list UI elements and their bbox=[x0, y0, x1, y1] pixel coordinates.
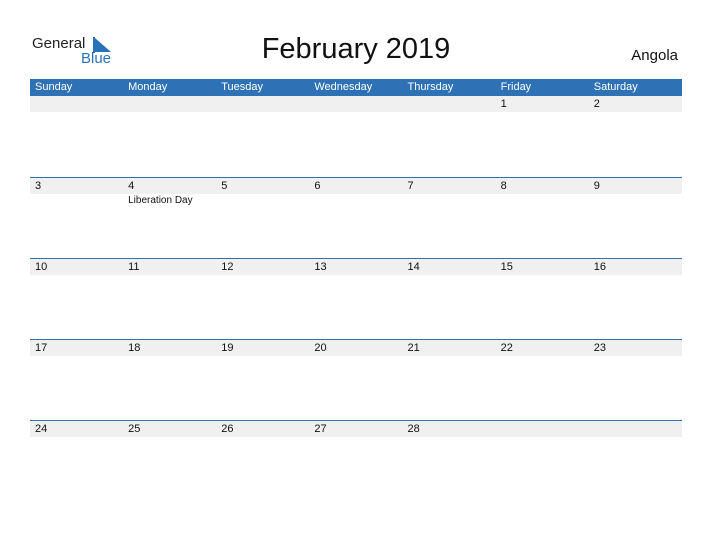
weekday-monday: Monday bbox=[128, 81, 168, 93]
day-number: 18 bbox=[128, 342, 141, 354]
day-number bbox=[123, 96, 216, 112]
weekday-tuesday: Tuesday bbox=[221, 81, 264, 93]
day-number bbox=[216, 96, 309, 112]
holiday-label bbox=[403, 194, 496, 207]
day-number: 10 bbox=[35, 261, 48, 273]
day-number: 19 bbox=[221, 342, 234, 354]
day-number: 15 bbox=[500, 261, 513, 273]
day-number: 21 bbox=[407, 342, 420, 354]
holiday-label bbox=[309, 194, 402, 207]
holiday-label bbox=[589, 194, 682, 207]
day-number: 13 bbox=[314, 261, 327, 273]
holiday-label bbox=[216, 194, 309, 207]
weekday-header: Sunday Monday Tuesday Wednesday Thursday Frid… bbox=[30, 79, 682, 96]
day-number: 6 bbox=[314, 180, 321, 192]
calendar-grid: Sunday Monday Tuesday Wednesday Thursday Frid… bbox=[30, 79, 682, 501]
day-number: 11 bbox=[128, 261, 140, 273]
day-number: 26 bbox=[221, 423, 234, 435]
week-row: 17 18 19 20 21 22 23 bbox=[30, 339, 682, 420]
day-number: 16 bbox=[593, 261, 606, 273]
calendar-title: February 2019 bbox=[261, 33, 451, 65]
day-number: 5 bbox=[221, 180, 228, 192]
day-number bbox=[589, 421, 682, 437]
day-number bbox=[496, 421, 589, 437]
day-number: 2 bbox=[593, 98, 600, 110]
week-row: 10 11 12 13 14 15 16 bbox=[30, 258, 682, 339]
weekday-friday: Friday bbox=[500, 81, 532, 93]
day-number bbox=[403, 96, 496, 112]
day-number: 9 bbox=[593, 180, 600, 192]
day-number: 4 bbox=[128, 180, 135, 192]
day-number: 25 bbox=[128, 423, 141, 435]
day-number bbox=[309, 96, 402, 112]
day-number bbox=[30, 96, 123, 112]
day-number: 17 bbox=[35, 342, 48, 354]
date-bar: 3 4 5 6 7 8 9 bbox=[30, 178, 682, 194]
day-number: 28 bbox=[407, 423, 420, 435]
country-label: Angola bbox=[631, 47, 678, 64]
day-number: 7 bbox=[407, 180, 414, 192]
day-number: 3 bbox=[35, 180, 42, 192]
day-number: 14 bbox=[407, 261, 420, 273]
day-number: 12 bbox=[221, 261, 234, 273]
holiday-label bbox=[496, 194, 589, 207]
events-row: Liberation Day bbox=[30, 194, 682, 207]
week-row: 3 4 5 6 7 8 9 Liberation Day bbox=[30, 177, 682, 258]
day-number: 22 bbox=[500, 342, 513, 354]
weekday-saturday: Saturday bbox=[593, 81, 638, 93]
day-number: 8 bbox=[500, 180, 507, 192]
day-number: 23 bbox=[593, 342, 606, 354]
calendar-page: General Blue February 2019 Angola Sunday… bbox=[0, 0, 712, 550]
holiday-label bbox=[30, 194, 123, 207]
day-number: 1 bbox=[500, 98, 507, 110]
weekday-sunday: Sunday bbox=[35, 81, 73, 93]
date-bar: 17 18 19 20 21 22 23 bbox=[30, 340, 682, 356]
week-row: 24 25 26 27 28 bbox=[30, 420, 682, 501]
date-bar: 10 11 12 13 14 15 16 bbox=[30, 259, 682, 275]
day-number: 27 bbox=[314, 423, 327, 435]
day-number: 20 bbox=[314, 342, 327, 354]
day-number: 24 bbox=[35, 423, 48, 435]
week-row: 12 bbox=[30, 96, 682, 177]
weekday-thursday: Thursday bbox=[407, 81, 454, 93]
holiday-label: Liberation Day bbox=[128, 195, 193, 206]
date-bar: 24 25 26 27 28 bbox=[30, 421, 682, 437]
weekday-wednesday: Wednesday bbox=[314, 81, 373, 93]
date-bar: 12 bbox=[30, 96, 682, 112]
